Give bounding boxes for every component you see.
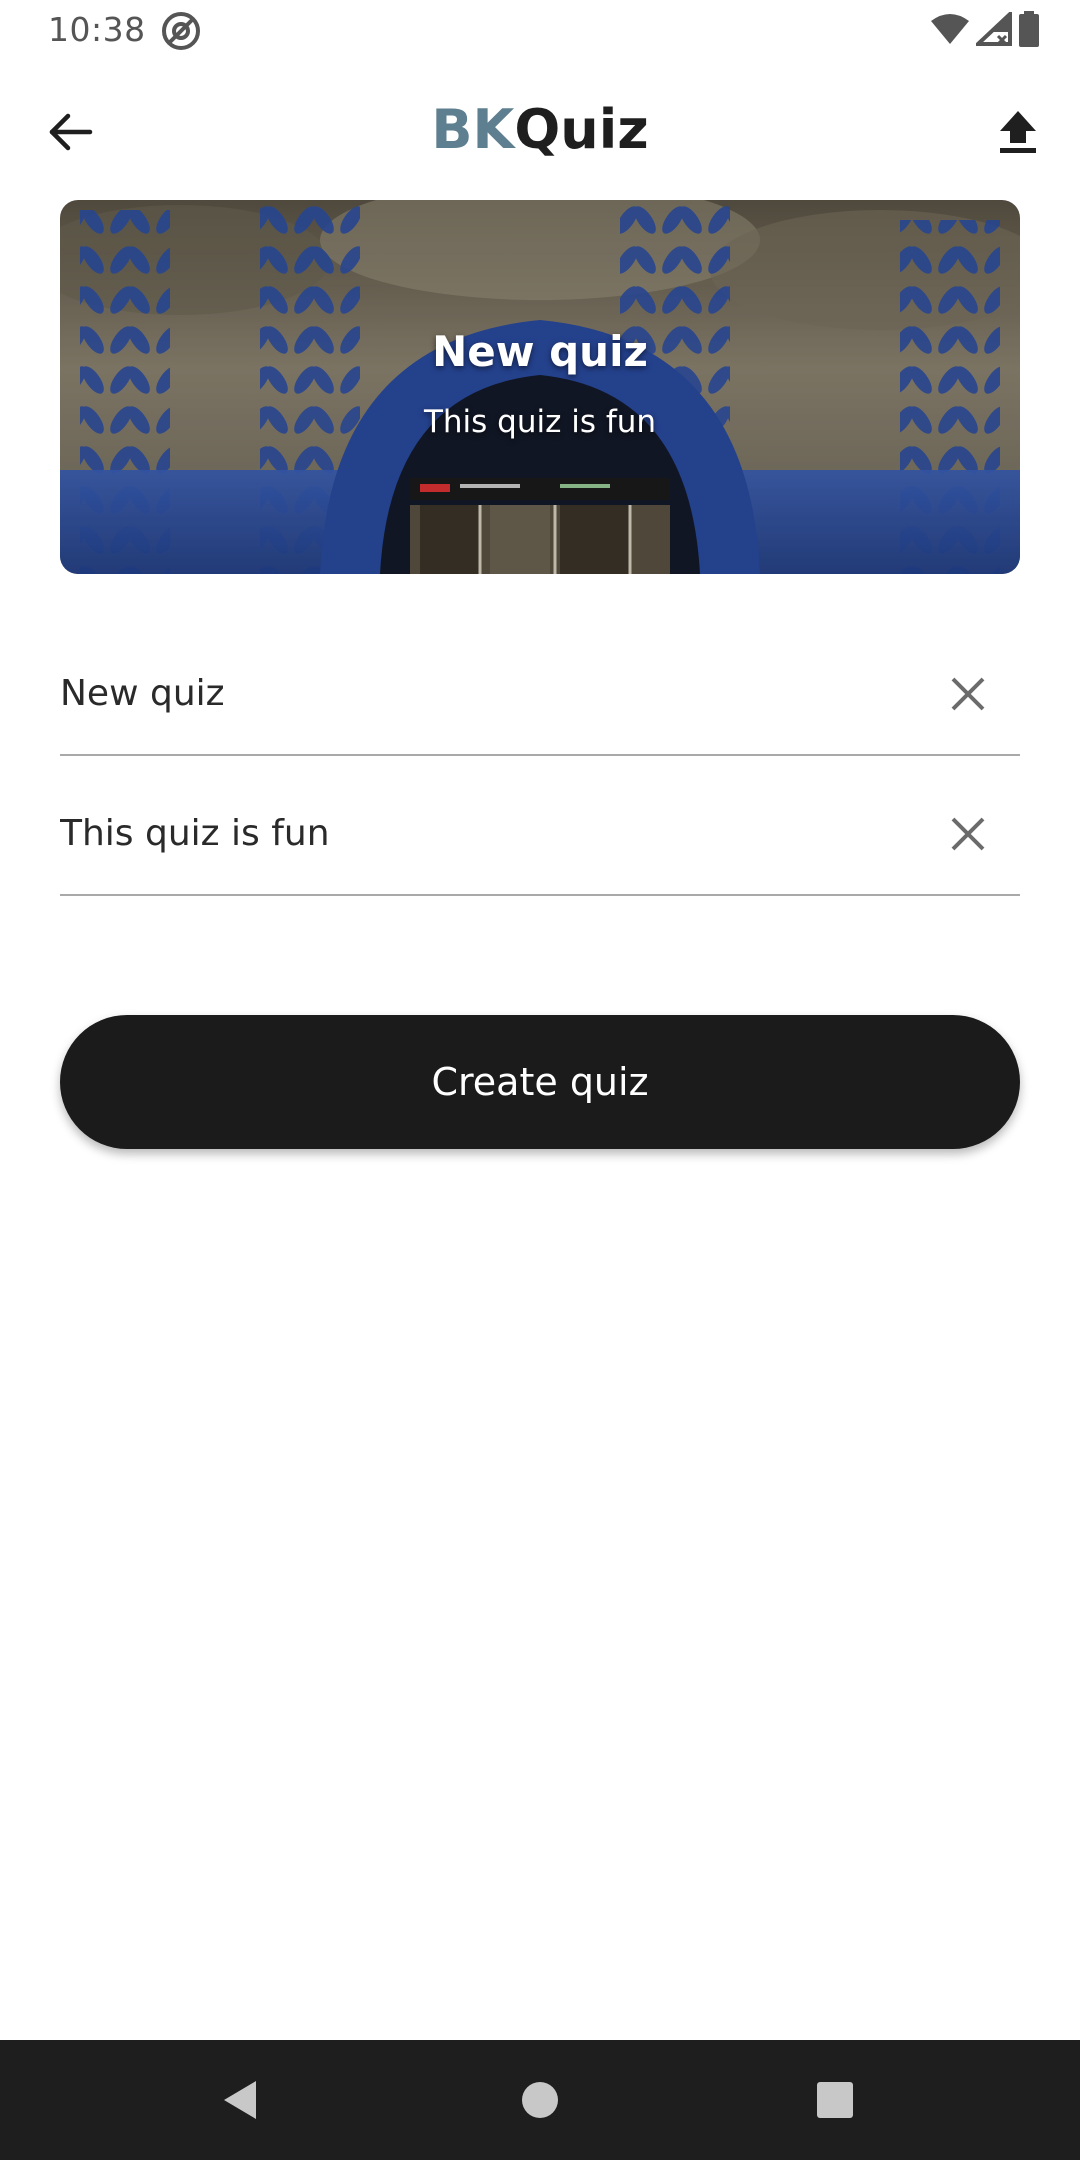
signal-icon <box>972 9 1012 50</box>
close-icon <box>951 677 985 711</box>
quiz-description-field <box>60 788 1020 896</box>
battery-icon <box>1018 11 1040 51</box>
app-title-name: Quiz <box>514 98 649 161</box>
clear-description-button[interactable] <box>946 812 990 856</box>
nav-back-icon <box>224 2081 256 2119</box>
nav-home-button[interactable] <box>510 2070 570 2130</box>
cover-title: New quiz <box>432 327 648 376</box>
app-title: BKQuiz <box>0 96 1080 164</box>
status-icons <box>930 9 1040 52</box>
at-sign-icon <box>160 10 202 52</box>
app-title-brand: BK <box>431 98 515 161</box>
cover-subtitle: This quiz is fun <box>423 404 657 440</box>
quiz-cover-card: New quiz This quiz is fun <box>60 200 1020 574</box>
system-nav-bar <box>0 2040 1080 2160</box>
quiz-title-field <box>60 648 1020 756</box>
nav-recents-button[interactable] <box>805 2070 865 2130</box>
nav-home-icon <box>522 2082 558 2118</box>
status-bar: 10:38 <box>0 0 1080 62</box>
upload-icon <box>1000 111 1036 153</box>
upload-button[interactable] <box>986 100 1050 164</box>
nav-recents-icon <box>817 2082 853 2118</box>
clear-title-button[interactable] <box>946 672 990 716</box>
cover-image <box>60 200 1020 574</box>
status-time: 10:38 <box>48 10 146 49</box>
nav-back-button[interactable] <box>210 2070 270 2130</box>
wifi-icon <box>930 12 970 50</box>
create-quiz-button[interactable]: Create quiz <box>60 1015 1020 1149</box>
quiz-description-input[interactable] <box>60 800 900 866</box>
quiz-title-input[interactable] <box>60 660 900 726</box>
close-icon <box>951 817 985 851</box>
app-bar: BKQuiz <box>0 62 1080 198</box>
